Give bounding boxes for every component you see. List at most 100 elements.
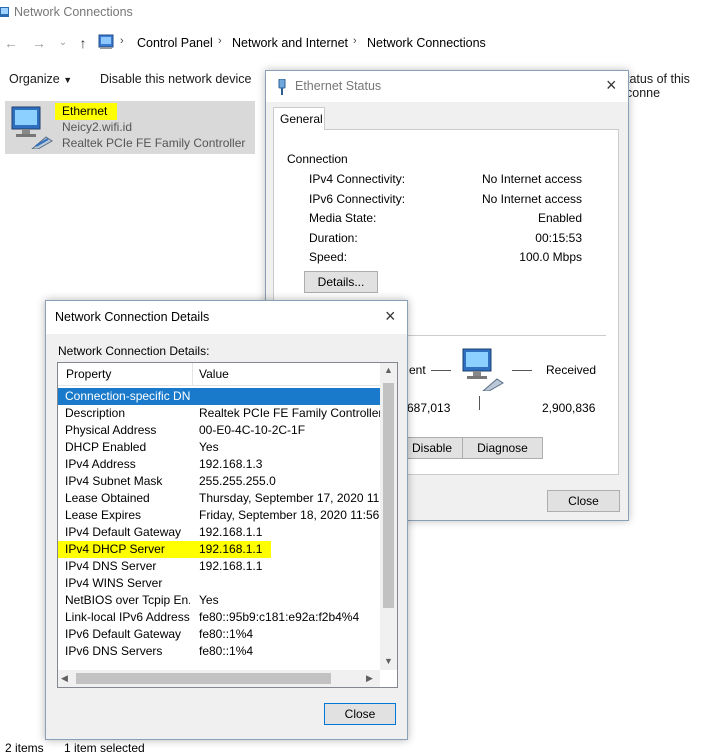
scroll-left-icon[interactable]: ◀: [61, 673, 68, 684]
view-status-command[interactable]: tatus of this conne: [626, 72, 723, 100]
table-row[interactable]: IPv4 DHCP Server 192.168.1.1: [58, 541, 271, 558]
horizontal-scrollbar[interactable]: ◀ ▶: [58, 670, 380, 687]
value-cell: 192.168.1.1: [199, 542, 263, 556]
property-cell: Physical Address: [65, 423, 157, 437]
details-close-button[interactable]: Close: [324, 703, 396, 725]
property-cell: DHCP Enabled: [65, 440, 147, 454]
table-row[interactable]: Lease Expires Friday, September 18, 2020 …: [58, 507, 380, 524]
table-row[interactable]: Description Realtek PCIe FE Family Contro…: [58, 405, 380, 422]
forward-arrow-icon[interactable]: →: [30, 34, 48, 52]
scroll-down-icon[interactable]: ▼: [384, 656, 393, 666]
table-row[interactable]: IPv6 DNS Servers fe80::1%4: [58, 643, 380, 660]
table-row[interactable]: Connection-specific DN...: [58, 388, 380, 405]
property-cell: Lease Obtained: [65, 491, 150, 505]
breadcrumb-network-connections[interactable]: Network Connections: [367, 36, 486, 50]
details-button[interactable]: Details...: [304, 271, 378, 293]
sent-label: ent: [409, 363, 426, 377]
table-row[interactable]: IPv4 Default Gateway 192.168.1.1: [58, 524, 380, 541]
property-cell: IPv4 Address: [65, 457, 136, 471]
dialog-title-bar: Ethernet Status ×: [266, 71, 628, 102]
close-icon[interactable]: ×: [606, 75, 617, 96]
table-row[interactable]: IPv4 Address 192.168.1.3: [58, 456, 380, 473]
tab-general-label: General: [280, 112, 323, 126]
sent-line: [431, 370, 451, 371]
connection-info-label: Media State:: [309, 211, 377, 225]
details-label: Network Connection Details:: [58, 344, 210, 358]
value-cell: 192.168.1.1: [199, 525, 263, 539]
network-connection-details-dialog: Network Connection Details × Network Con…: [45, 300, 408, 740]
value-cell: fe80::95b9:c181:e92a:f2b4%4: [199, 610, 360, 624]
table-row[interactable]: NetBIOS over Tcpip En... Yes: [58, 592, 380, 609]
received-label: Received: [546, 363, 597, 377]
diagnose-button[interactable]: Diagnose: [462, 437, 543, 459]
connection-info-label: IPv6 Connectivity:: [309, 191, 406, 206]
tab-general[interactable]: General: [273, 107, 325, 130]
table-row[interactable]: IPv6 Default Gateway fe80::1%4: [58, 626, 380, 643]
horizontal-scroll-thumb[interactable]: [76, 673, 331, 684]
vertical-scrollbar[interactable]: ▲ ▼: [380, 363, 397, 670]
ethernet-adapter-item[interactable]: Ethernet Neicy2.wifi.id Realtek PCIe FE …: [5, 101, 255, 154]
bytes-separator: [479, 396, 480, 410]
breadcrumb-chevron-icon: ›: [120, 35, 124, 47]
breadcrumb-chevron-icon: ›: [353, 35, 357, 47]
disable-button-label: Disable: [411, 441, 453, 455]
breadcrumb-chevron-icon: ›: [218, 35, 222, 47]
table-row[interactable]: Link-local IPv6 Address fe80::95b9:c181:e…: [58, 609, 380, 626]
status-bar: 2 items 1 item selected: [0, 738, 723, 755]
property-cell: IPv4 DHCP Server: [65, 542, 165, 556]
table-row[interactable]: IPv4 DNS Server 192.168.1.1: [58, 558, 380, 575]
diagnose-button-label: Diagnose: [477, 441, 528, 455]
list-header: Property Value: [58, 363, 380, 386]
property-cell: Description: [65, 406, 126, 420]
column-value[interactable]: Value: [199, 367, 229, 381]
network-adapter-icon: [8, 105, 54, 150]
breadcrumb-control-panel[interactable]: Control Panel: [137, 36, 213, 50]
status-close-button[interactable]: Close: [547, 490, 620, 512]
adapter-name: Ethernet: [55, 103, 118, 120]
up-arrow-icon[interactable]: ↑: [74, 34, 92, 52]
property-cell: Lease Expires: [65, 508, 142, 522]
table-row[interactable]: Physical Address 00-E0-4C-10-2C-1F: [58, 422, 380, 439]
address-bar: ← → ⌄ ↑ › Control Panel › Network and In…: [0, 28, 723, 58]
organize-menu[interactable]: Organize ▼: [9, 72, 72, 86]
connection-info-value: No Internet access: [481, 191, 582, 206]
organize-label: Organize: [9, 72, 60, 86]
scroll-right-icon[interactable]: ▶: [366, 673, 373, 684]
connection-info-label: Duration:: [309, 230, 358, 245]
connection-section-label: Connection: [287, 152, 348, 166]
disable-device-command[interactable]: Disable this network device: [100, 72, 251, 86]
received-line: [512, 370, 532, 371]
table-row[interactable]: IPv4 WINS Server: [58, 575, 380, 592]
vertical-scroll-thumb[interactable]: [383, 383, 394, 608]
column-property[interactable]: Property: [66, 367, 111, 381]
close-icon[interactable]: ×: [385, 306, 396, 327]
table-row[interactable]: IPv4 Subnet Mask 255.255.255.0: [58, 473, 380, 490]
breadcrumb-network-and-internet[interactable]: Network and Internet: [232, 36, 348, 50]
dropdown-triangle-icon: ▼: [63, 75, 73, 85]
property-cell: IPv6 DNS Servers: [65, 644, 163, 658]
column-divider[interactable]: [192, 363, 193, 385]
details-list[interactable]: Property Value Connection-specific DN...…: [57, 362, 398, 688]
bytes-received-value: 2,900,836: [542, 401, 596, 415]
value-cell: 192.168.1.1: [199, 559, 263, 573]
property-cell: IPv4 Subnet Mask: [65, 474, 163, 488]
details-title-bar: Network Connection Details ×: [46, 301, 407, 334]
value-cell: Friday, September 18, 2020 11:56:03: [199, 508, 380, 522]
control-panel-icon: [98, 34, 114, 50]
selection-count: 1 item selected: [64, 741, 145, 755]
value-cell: 255.255.255.0: [199, 474, 276, 488]
dialog-title: Ethernet Status: [295, 79, 382, 93]
details-dialog-title: Network Connection Details: [55, 310, 210, 324]
scroll-up-icon[interactable]: ▲: [384, 365, 393, 375]
back-arrow-icon[interactable]: ←: [2, 34, 20, 52]
connection-info-value: 00:15:53: [535, 230, 582, 245]
table-row[interactable]: DHCP Enabled Yes: [58, 439, 380, 456]
table-row[interactable]: Lease Obtained Thursday, September 17, 20…: [58, 490, 380, 507]
property-cell: IPv4 Default Gateway: [65, 525, 182, 539]
explorer-title-bar: Network Connections: [0, 0, 723, 26]
recent-dropdown-icon[interactable]: ⌄: [54, 34, 72, 52]
value-cell: fe80::1%4: [199, 627, 254, 641]
value-cell: fe80::1%4: [199, 644, 254, 658]
value-cell: Thursday, September 17, 2020 11:56:: [199, 491, 380, 505]
bytes-sent-value: 687,013: [407, 401, 451, 415]
